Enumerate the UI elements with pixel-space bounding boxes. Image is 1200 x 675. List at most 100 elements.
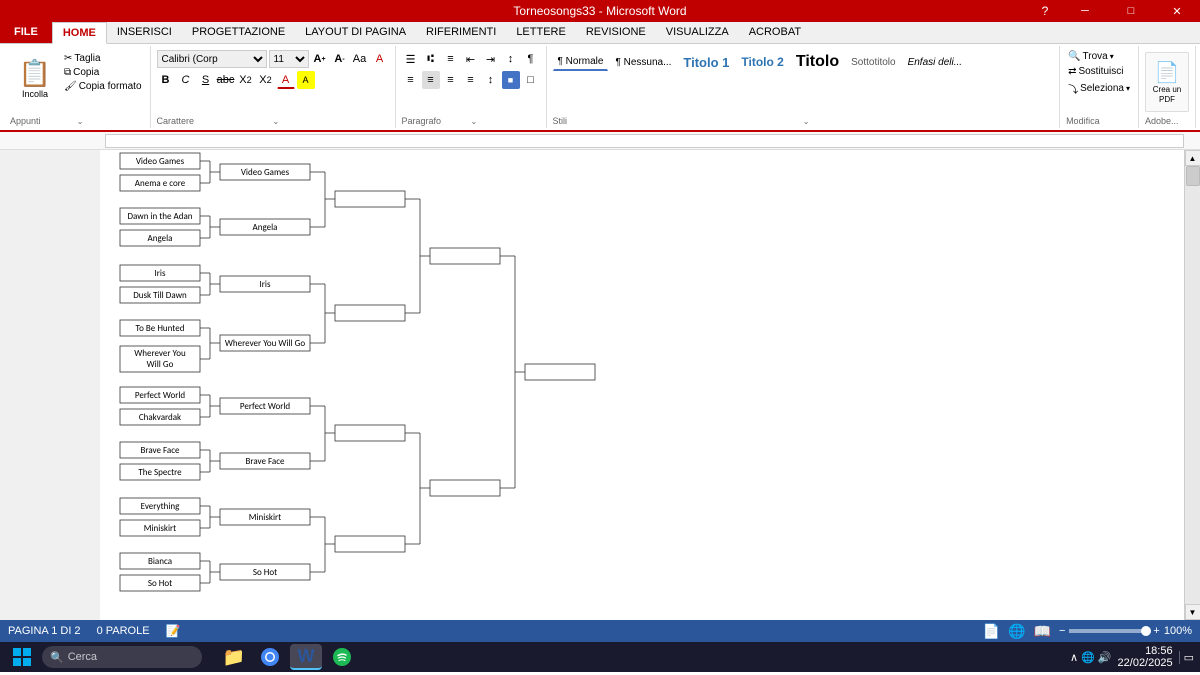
svg-text:Iris: Iris <box>260 279 271 290</box>
svg-text:Dusk Till Dawn: Dusk Till Dawn <box>133 290 187 301</box>
borders-button[interactable]: □ <box>522 71 540 89</box>
justify-button[interactable]: ≡ <box>462 71 480 89</box>
cut-button[interactable]: ✂ Taglia <box>62 52 144 65</box>
doc-content[interactable]: Video Games Anema e core Dawn in the Ada… <box>100 150 1184 620</box>
svg-text:Angela: Angela <box>253 222 278 233</box>
italic-button[interactable]: C <box>177 71 195 89</box>
help-button[interactable]: ? <box>1030 0 1060 22</box>
adobe-label: Adobe... <box>1145 114 1189 126</box>
line-spacing-button[interactable]: ↕ <box>482 71 500 89</box>
align-right-button[interactable]: ≡ <box>442 71 460 89</box>
numbering-button[interactable]: ⑆ <box>422 50 440 68</box>
show-formatting-button[interactable]: ¶ <box>522 50 540 68</box>
superscript-button[interactable]: X2 <box>257 71 275 89</box>
clock[interactable]: 18:56 22/02/2025 <box>1118 645 1173 669</box>
style-heading1[interactable]: Titolo 1 <box>678 52 734 73</box>
explorer-icon: 📁 <box>223 647 245 668</box>
svg-text:Brave Face: Brave Face <box>141 445 181 456</box>
copy-button[interactable]: ⧉ Copia <box>62 66 144 79</box>
underline-button[interactable]: S <box>197 71 215 89</box>
style-heading[interactable]: Titolo <box>791 50 844 74</box>
paragraph-expand-icon[interactable]: ⌄ <box>471 117 540 126</box>
scroll-down-button[interactable]: ▼ <box>1185 604 1200 620</box>
show-desktop-button[interactable]: ▭ <box>1179 651 1194 664</box>
create-pdf-button[interactable]: 📄 Crea un PDF <box>1145 52 1189 112</box>
select-icon: ⤵ <box>1068 81 1078 96</box>
svg-text:Angela: Angela <box>148 233 173 244</box>
restore-button[interactable]: □ <box>1108 0 1154 22</box>
taskbar-word[interactable]: W <box>290 644 322 670</box>
adobe-group: 📄 Crea un PDF Adobe... <box>1139 46 1196 128</box>
scroll-thumb[interactable] <box>1186 166 1200 186</box>
view-mode-web[interactable]: 🌐 <box>1008 623 1025 640</box>
tab-inserisci[interactable]: INSERISCI <box>107 21 182 43</box>
highlight-button[interactable]: A <box>297 71 315 89</box>
paragraph-group: ☰ ⑆ ≡ ⇤ ⇥ ↕ ¶ ≡ ≡ ≡ ≡ ↕ ■ □ Paragrafo ⌄ <box>396 46 547 128</box>
style-subtitle[interactable]: Sottotitolo <box>846 54 900 71</box>
tab-revisione[interactable]: REVISIONE <box>576 21 656 43</box>
multilevel-button[interactable]: ≡ <box>442 50 460 68</box>
font-size-select[interactable]: 11 <box>269 50 309 68</box>
change-case-button[interactable]: Aa <box>351 50 369 68</box>
tab-layout[interactable]: LAYOUT DI PAGINA <box>295 21 416 43</box>
shading-button[interactable]: ■ <box>502 71 520 89</box>
bullets-button[interactable]: ☰ <box>402 50 420 68</box>
svg-text:To Be Hunted: To Be Hunted <box>136 323 185 334</box>
align-center-button[interactable]: ≡ <box>422 71 440 89</box>
windows-logo-icon <box>12 647 32 667</box>
styles-label: Stili ⌄ <box>553 114 1054 126</box>
ribbon-content: 📋 Incolla ✂ Taglia ⧉ Copia 🖌 Copia forma… <box>0 44 1200 132</box>
paste-button[interactable]: 📋 Incolla <box>10 48 60 108</box>
clipboard-expand-icon[interactable]: ⌄ <box>77 117 144 126</box>
decrease-indent-button[interactable]: ⇤ <box>462 50 480 68</box>
scroll-up-button[interactable]: ▲ <box>1185 150 1200 166</box>
view-mode-print[interactable]: 📄 <box>983 623 1000 640</box>
increase-indent-button[interactable]: ⇥ <box>482 50 500 68</box>
scrollbar[interactable]: ▲ ▼ <box>1184 150 1200 620</box>
scroll-track[interactable] <box>1185 166 1200 604</box>
minimize-button[interactable]: ─ <box>1062 0 1108 22</box>
select-button[interactable]: ⤵ Seleziona ▾ <box>1066 80 1132 97</box>
taskbar-chrome[interactable] <box>254 644 286 670</box>
cut-icon: ✂ <box>64 53 72 64</box>
replace-button[interactable]: ⇄ Sostituisci <box>1066 65 1132 78</box>
taskbar-search[interactable]: 🔍 Cerca <box>42 646 202 668</box>
tab-visualizza[interactable]: VISUALIZZA <box>656 21 739 43</box>
tab-home[interactable]: HOME <box>52 22 107 44</box>
font-shrink-button[interactable]: A- <box>331 50 349 68</box>
styles-expand-icon[interactable]: ⌄ <box>803 117 1053 126</box>
font-expand-icon[interactable]: ⌄ <box>273 117 389 126</box>
font-name-select[interactable]: Calibri (Corp <box>157 50 267 68</box>
tab-acrobat[interactable]: ACROBAT <box>739 21 811 43</box>
clear-format-button[interactable]: A <box>371 50 389 68</box>
svg-text:Video Games: Video Games <box>241 167 290 178</box>
tab-riferimenti[interactable]: RIFERIMENTI <box>416 21 506 43</box>
taskbar-explorer[interactable]: 📁 <box>218 644 250 670</box>
style-emphasis[interactable]: Enfasi deli... <box>903 54 967 71</box>
font-grow-button[interactable]: A+ <box>311 50 329 68</box>
sort-button[interactable]: ↕ <box>502 50 520 68</box>
bold-button[interactable]: B <box>157 71 175 89</box>
zoom-in-button[interactable]: + <box>1153 625 1159 637</box>
zoom-slider[interactable] <box>1069 629 1149 633</box>
style-normal[interactable]: ¶ Normale <box>553 53 609 71</box>
style-heading2[interactable]: Titolo 2 <box>736 52 788 72</box>
taskbar-spotify[interactable] <box>326 644 358 670</box>
tab-file[interactable]: FILE <box>0 21 52 43</box>
zoom-out-button[interactable]: − <box>1059 625 1065 637</box>
strikethrough-button[interactable]: abc <box>217 71 235 89</box>
paste-label: Incolla <box>22 89 48 99</box>
format-button[interactable]: 🖌 Copia formato <box>62 80 144 93</box>
ribbon-tabs: FILE HOME INSERISCI PROGETTAZIONE LAYOUT… <box>0 22 1200 44</box>
style-no-spacing[interactable]: ¶ Nessuna... <box>610 54 676 71</box>
tab-lettere[interactable]: LETTERE <box>506 21 576 43</box>
left-margin <box>0 150 100 620</box>
tab-progettazione[interactable]: PROGETTAZIONE <box>182 21 295 43</box>
view-mode-read[interactable]: 📖 <box>1034 623 1051 640</box>
subscript-button[interactable]: X2 <box>237 71 255 89</box>
align-left-button[interactable]: ≡ <box>402 71 420 89</box>
text-color-button[interactable]: A <box>277 71 295 89</box>
close-button[interactable]: ✕ <box>1154 0 1200 22</box>
start-button[interactable] <box>6 644 38 670</box>
find-button[interactable]: 🔍 Trova ▾ <box>1066 50 1132 63</box>
